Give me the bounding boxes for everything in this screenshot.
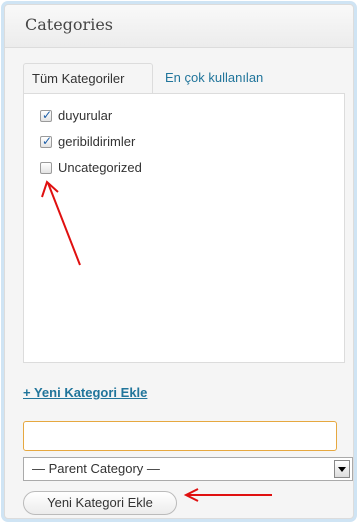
annotation-overlay: [41, 180, 272, 502]
annotation-arrow-uncategorized: [41, 180, 81, 266]
annotation-arrow-add-button: [183, 488, 272, 502]
